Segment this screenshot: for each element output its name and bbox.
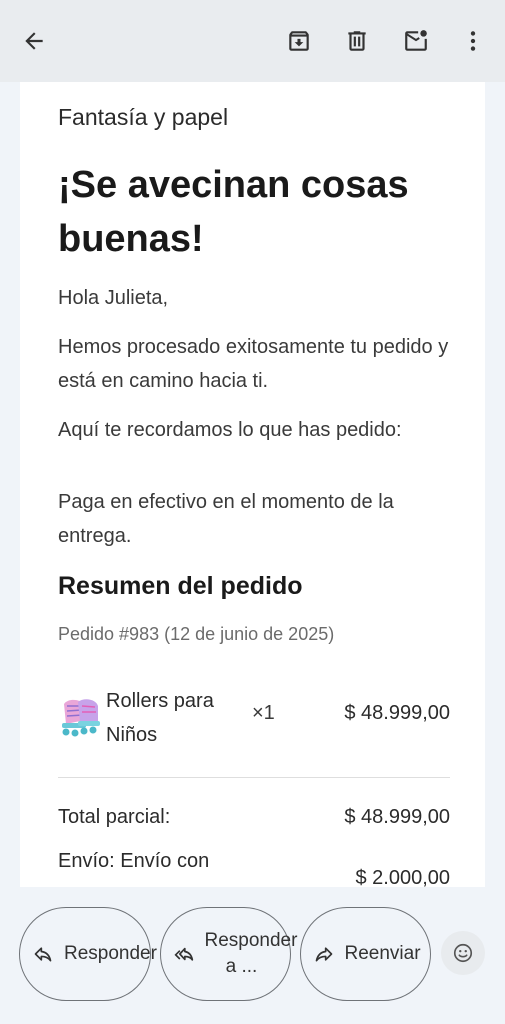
product-name: Rollers para Niños (106, 690, 214, 746)
divider (58, 777, 450, 778)
payment-text: Paga en efectivo en el momento de la ent… (58, 491, 394, 547)
emoji-icon[interactable] (441, 931, 485, 975)
mark-unread-icon[interactable] (401, 26, 431, 56)
product-quantity: ×1 (252, 702, 275, 724)
reply-icon (32, 943, 54, 965)
email-headline: ¡Se avecinan cosas buenas! (58, 164, 409, 260)
order-meta: Pedido #983 (12 de junio de 2025) (58, 624, 335, 644)
subtotal-value: $ 48.999,00 (344, 806, 450, 828)
subtotal-label: Total parcial: (58, 806, 171, 828)
product-image (58, 694, 104, 740)
top-app-bar (0, 0, 505, 82)
processed-text: Hemos procesado exitosamente tu pedido y… (58, 336, 449, 392)
reply-all-icon (173, 943, 195, 965)
trash-icon[interactable] (342, 26, 372, 56)
forward-label: Reenviar (344, 943, 421, 964)
store-name: Fantasía y papel (58, 104, 229, 130)
more-vertical-icon[interactable] (458, 26, 488, 56)
forward-icon (313, 943, 335, 965)
greeting-text: Hola Julieta, (58, 287, 169, 309)
reply-all-button[interactable]: Responder a ... (160, 907, 298, 1001)
email-body: Fantasía y papel ¡Se avecinan cosas buen… (20, 82, 485, 887)
reply-all-label: Responder a ... (204, 930, 298, 977)
archive-icon[interactable] (284, 26, 314, 56)
reply-label: Responder (64, 943, 157, 964)
order-summary-title: Resumen del pedido (58, 572, 303, 600)
shipping-value: $ 2.000,00 (355, 867, 450, 887)
arrow-left-icon[interactable] (19, 26, 49, 56)
reply-button[interactable]: Responder (19, 907, 157, 1001)
shipping-label: Envío: Envío con (58, 850, 210, 872)
reminder-text: Aquí te recordamos lo que has pedido: (58, 419, 402, 441)
forward-button[interactable]: Reenviar (300, 907, 431, 1001)
product-price: $ 48.999,00 (344, 702, 450, 724)
